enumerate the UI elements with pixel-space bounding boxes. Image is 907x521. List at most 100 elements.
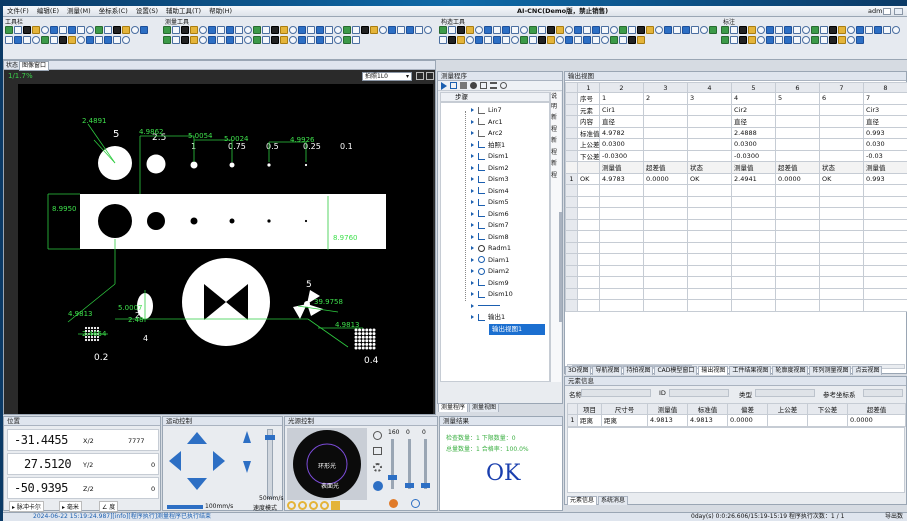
measure-tool-icon[interactable] xyxy=(397,26,405,34)
measure-tool-icon[interactable] xyxy=(244,26,252,34)
measure-tool-icon[interactable] xyxy=(361,26,369,34)
info-cell[interactable] xyxy=(767,414,808,427)
output-row[interactable]: 序号 1 2 3 4 5 6 7 xyxy=(565,92,907,105)
main-tool-icon[interactable] xyxy=(59,26,67,34)
info-column-header[interactable]: 上公差 xyxy=(767,403,808,415)
measure-tool-icon[interactable] xyxy=(208,26,216,34)
measure-tool-icon[interactable] xyxy=(388,26,396,34)
info-column-header[interactable]: 测量值 xyxy=(647,403,688,415)
measure-tool-icon[interactable] xyxy=(325,36,333,44)
camera-icon[interactable] xyxy=(373,447,382,455)
measure-tool-icon[interactable] xyxy=(199,36,207,44)
main-tool-icon[interactable] xyxy=(59,36,67,44)
measure-tool-icon[interactable] xyxy=(289,36,297,44)
menu-item[interactable]: 编辑(E) xyxy=(33,6,63,17)
construct-tool-icon[interactable] xyxy=(502,36,510,44)
light-slider-2[interactable] xyxy=(405,439,414,489)
output-cell[interactable]: OK xyxy=(687,172,732,185)
output-cell[interactable] xyxy=(687,126,732,139)
output-row[interactable]: 1 OK 4.9783 0.0000 OK 2.4941 0.0000 OK 0.993 xyxy=(565,172,907,185)
program-tree-item[interactable]: Dism4 xyxy=(471,186,509,198)
expand-arrow-icon[interactable] xyxy=(471,188,474,193)
construct-tool-icon[interactable] xyxy=(457,26,465,34)
expand-arrow-icon[interactable] xyxy=(471,280,474,285)
program-tree-item[interactable]: Dism10 xyxy=(471,289,513,301)
measure-tool-icon[interactable] xyxy=(352,26,360,34)
measure-tool-icon[interactable] xyxy=(424,26,432,34)
sun-icon[interactable] xyxy=(373,463,382,472)
main-tool-icon[interactable] xyxy=(50,36,58,44)
main-tool-icon[interactable] xyxy=(5,26,13,34)
construct-tool-icon[interactable] xyxy=(637,36,645,44)
annotation-tool-icon[interactable] xyxy=(820,36,828,44)
expand-arrow-icon[interactable] xyxy=(471,200,474,204)
main-tool-icon[interactable] xyxy=(104,26,112,34)
construct-tool-icon[interactable] xyxy=(520,26,528,34)
output-cell[interactable] xyxy=(687,138,732,151)
construct-tool-icon[interactable] xyxy=(610,26,618,34)
output-cell[interactable] xyxy=(775,103,820,116)
program-tree-item[interactable]: Dism2 xyxy=(471,163,509,175)
program-tree-item[interactable]: 拍照1 xyxy=(471,140,505,152)
construct-tool-icon[interactable] xyxy=(502,26,510,34)
output-cell[interactable] xyxy=(819,103,864,116)
output-cell[interactable] xyxy=(819,138,864,151)
construct-tool-icon[interactable] xyxy=(583,26,591,34)
info-column-header[interactable]: 超差值 xyxy=(847,403,906,415)
tab-system-messages[interactable]: 系统消息 xyxy=(598,496,629,505)
output-cell[interactable]: OK xyxy=(577,172,600,185)
main-tool-icon[interactable] xyxy=(122,26,130,34)
main-tool-icon[interactable] xyxy=(113,36,121,44)
construct-tool-icon[interactable] xyxy=(511,36,519,44)
info-column-header[interactable]: 偏差 xyxy=(727,403,768,415)
info-cell[interactable]: 4.9813 xyxy=(687,414,728,427)
output-cell[interactable]: 直径 xyxy=(731,115,776,128)
measure-tool-icon[interactable] xyxy=(280,26,288,34)
measure-tool-icon[interactable] xyxy=(163,36,171,44)
program-tree-item[interactable]: Dism5 xyxy=(471,197,509,209)
segment-light-icon[interactable] xyxy=(320,501,329,510)
measure-tool-icon[interactable] xyxy=(352,36,360,44)
annotation-tool-icon[interactable] xyxy=(721,26,729,34)
output-cell[interactable]: 2.4888 xyxy=(731,126,776,139)
column-header[interactable]: 4 xyxy=(687,82,732,93)
tab-image-window[interactable]: 图像窗口 xyxy=(19,61,50,71)
measure-tool-icon[interactable] xyxy=(217,36,225,44)
output-row[interactable]: 元素 Cir1 Cir2 Cir3 xyxy=(565,103,907,116)
info-cell[interactable]: 距离 xyxy=(577,414,602,427)
ring-light-icon[interactable] xyxy=(287,501,296,510)
program-tree-item[interactable]: Dism9 xyxy=(471,278,509,290)
program-tree-item[interactable]: Radm1 xyxy=(471,243,511,255)
output-cell[interactable] xyxy=(565,115,578,128)
construct-tool-icon[interactable] xyxy=(484,36,492,44)
measure-tool-icon[interactable] xyxy=(271,26,279,34)
output-tab[interactable]: CAD模型窗口 xyxy=(654,366,698,375)
auto-icon[interactable] xyxy=(373,481,383,491)
construct-tool-icon[interactable] xyxy=(511,26,519,34)
jog-up-button[interactable] xyxy=(187,432,207,444)
step-icon[interactable] xyxy=(450,82,457,89)
output-row[interactable]: 标准值 4.9782 2.4888 0.993 xyxy=(565,126,907,139)
construct-tool-icon[interactable] xyxy=(556,36,564,44)
menu-item[interactable]: 帮助(H) xyxy=(205,6,236,17)
annotation-tool-icon[interactable] xyxy=(847,36,855,44)
annotation-tool-icon[interactable] xyxy=(784,26,792,34)
expand-arrow-icon[interactable] xyxy=(471,177,474,181)
construct-tool-icon[interactable] xyxy=(700,26,708,34)
output-tab[interactable]: 输出视图 xyxy=(698,366,729,375)
annotation-tool-icon[interactable] xyxy=(739,36,747,44)
annotation-tool-icon[interactable] xyxy=(829,26,837,34)
expand-arrow-icon[interactable] xyxy=(471,142,474,147)
annotation-tool-icon[interactable] xyxy=(847,26,855,34)
id-field[interactable] xyxy=(669,389,729,397)
menu-item[interactable]: 设置(S) xyxy=(132,6,162,17)
expand-arrow-icon[interactable] xyxy=(471,292,474,296)
output-cell[interactable]: 直径 xyxy=(863,115,907,128)
construct-tool-icon[interactable] xyxy=(538,36,546,44)
main-tool-icon[interactable] xyxy=(86,36,94,44)
info-cell[interactable]: 4.9813 xyxy=(647,414,688,427)
output-cell[interactable] xyxy=(819,126,864,139)
measure-tool-icon[interactable] xyxy=(262,36,270,44)
column-header[interactable]: 7 xyxy=(819,82,864,93)
measure-tool-icon[interactable] xyxy=(406,26,414,34)
